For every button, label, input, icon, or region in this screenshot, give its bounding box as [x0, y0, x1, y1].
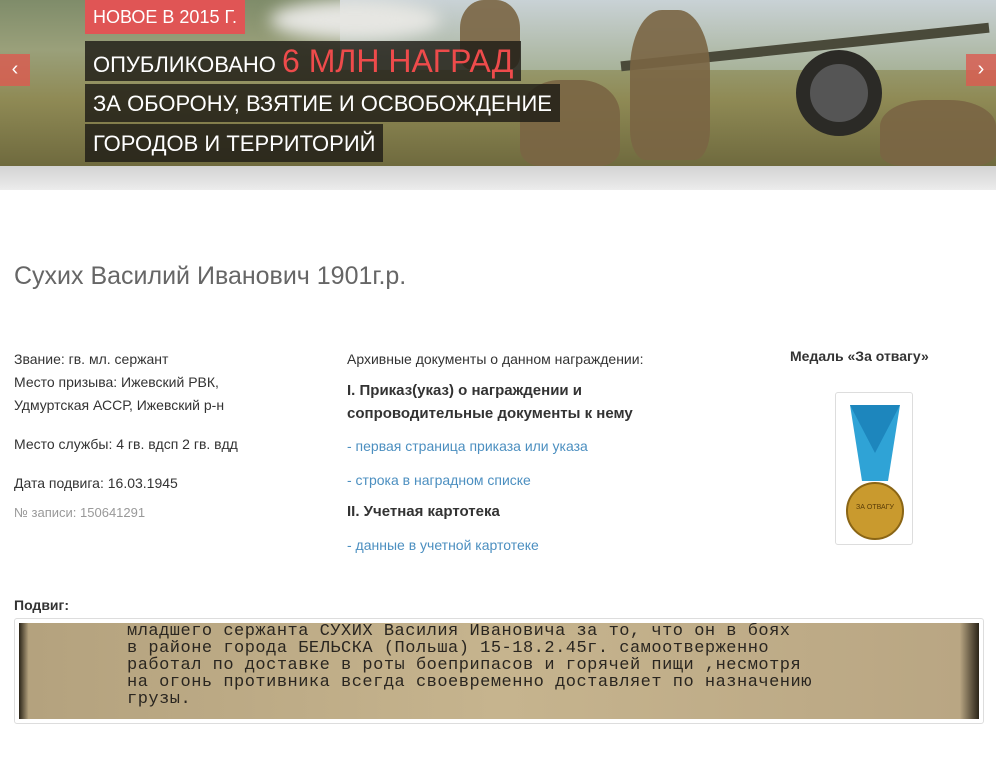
headline-highlight: 6 МЛН НАГРАД	[282, 43, 514, 79]
draft-place: Место призыва: Ижевский РВК,	[14, 374, 219, 390]
svg-text:ЗА ОТВАГУ: ЗА ОТВАГУ	[856, 504, 894, 511]
feat-document-scan[interactable]: младшего сержанта СУХИХ Василия Иванович…	[14, 618, 984, 724]
banner-smoke	[270, 0, 440, 40]
feat-text: младшего сержанта СУХИХ Василия Иванович…	[19, 623, 979, 719]
banner-prev-button[interactable]: ‹	[0, 54, 30, 86]
banner-soldier	[880, 100, 996, 166]
banner-line-3: ГОРОДОВ И ТЕРРИТОРИЙ	[85, 124, 384, 162]
banner-line-2: ЗА ОБОРОНУ, ВЗЯТИЕ И ОСВОБОЖДЕНИЕ	[85, 84, 560, 122]
banner-soldier	[630, 10, 710, 160]
docs-intro: Архивные документы о данном награждении:	[347, 351, 644, 367]
medal-image[interactable]: ЗА ОТВАГУ	[835, 392, 913, 545]
feat-date: Дата подвига: 16.03.1945	[14, 475, 178, 491]
promo-banner[interactable]: НОВОЕ В 2015 Г. ОПУБЛИКОВАНО 6 МЛН НАГРА…	[0, 0, 996, 166]
medal-icon: ЗА ОТВАГУ	[846, 405, 904, 540]
person-details: Звание: гв. мл. сержант Место призыва: И…	[14, 348, 238, 524]
link-award-list-line[interactable]: - строка в наградном списке	[347, 469, 667, 492]
rank: Звание: гв. мл. сержант	[14, 351, 169, 367]
record-number: № записи: 150641291	[14, 505, 146, 520]
archive-docs: Архивные документы о данном награждении:…	[347, 348, 667, 557]
section-card-index: II. Учетная картотека	[347, 503, 500, 520]
banner-headline: ОПУБЛИКОВАНО 6 МЛН НАГРАД	[85, 41, 522, 81]
banner-gun-wheel	[796, 50, 882, 136]
link-order-first-page[interactable]: - первая страница приказа или указа	[347, 435, 667, 458]
link-card-index-data[interactable]: - данные в учетной картотеке	[347, 534, 667, 557]
draft-place-region: Удмуртская АССР, Ижевский р-н	[14, 397, 225, 413]
person-name: Сухих Василий Иванович 1901г.р.	[14, 262, 407, 290]
feat-label: Подвиг:	[14, 597, 70, 613]
medal-title: Медаль «За отвагу»	[790, 348, 929, 364]
headline-prefix: ОПУБЛИКОВАНО	[93, 52, 282, 77]
banner-badge: НОВОЕ В 2015 Г.	[85, 0, 246, 34]
banner-shadow-strip	[0, 166, 996, 190]
service-place: Место службы: 4 гв. вдсп 2 гв. вдд	[14, 436, 238, 452]
banner-next-button[interactable]: ›	[966, 54, 996, 86]
section-order: I. Приказ(указ) о награждении и сопровод…	[347, 382, 633, 422]
